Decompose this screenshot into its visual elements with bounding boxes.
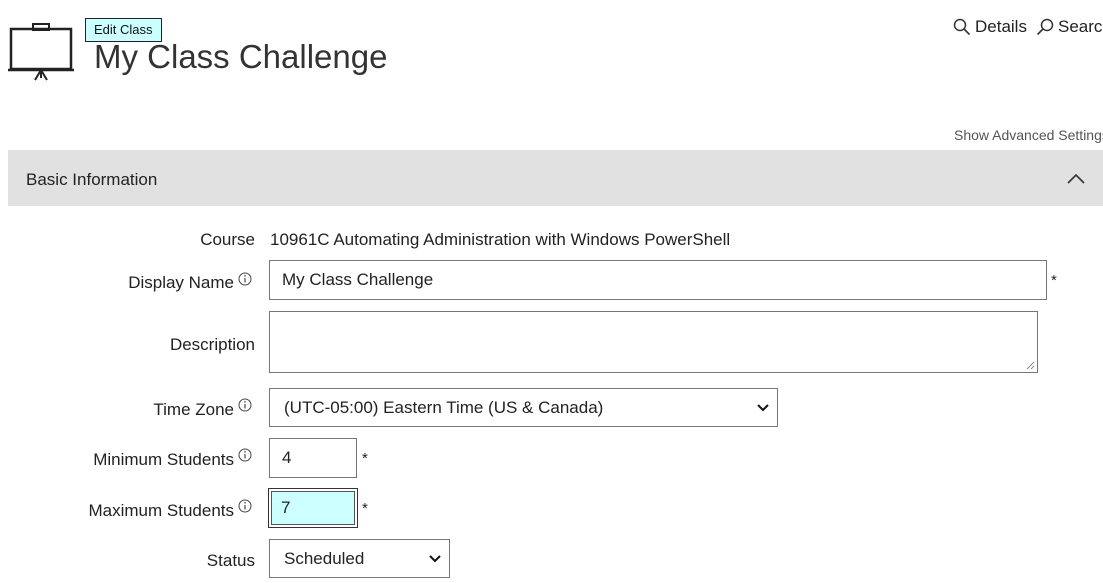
time-zone-label: Time Zone bbox=[153, 400, 234, 419]
resize-handle-icon[interactable] bbox=[1026, 361, 1035, 370]
basic-information-section-header[interactable]: Basic Information bbox=[8, 150, 1103, 206]
minimum-students-input[interactable] bbox=[269, 438, 357, 478]
description-textarea[interactable] bbox=[269, 311, 1038, 373]
required-marker: * bbox=[362, 500, 368, 517]
required-marker: * bbox=[1051, 272, 1057, 289]
info-icon[interactable] bbox=[238, 398, 252, 412]
status-label: Status bbox=[206, 551, 255, 570]
time-zone-selected: (UTC-05:00) Eastern Time (US & Canada) bbox=[284, 397, 604, 417]
maximum-students-label: Maximum Students bbox=[88, 501, 235, 520]
search-icon bbox=[1036, 18, 1054, 36]
required-marker: * bbox=[362, 450, 368, 467]
time-zone-select[interactable]: (UTC-05:00) Eastern Time (US & Canada) bbox=[269, 388, 778, 427]
info-icon[interactable] bbox=[238, 272, 252, 286]
details-link[interactable]: Details bbox=[953, 17, 1027, 37]
search-label: Search bbox=[1058, 17, 1103, 36]
display-name-input[interactable] bbox=[269, 260, 1047, 300]
info-icon[interactable] bbox=[238, 499, 252, 513]
description-label: Description bbox=[169, 335, 255, 354]
display-name-label: Display Name bbox=[128, 273, 234, 292]
section-title: Basic Information bbox=[26, 170, 158, 189]
course-value: 10961C Automating Administration with Wi… bbox=[270, 230, 731, 249]
info-icon[interactable] bbox=[238, 448, 252, 462]
status-select[interactable]: Scheduled bbox=[269, 539, 450, 578]
whiteboard-icon bbox=[8, 23, 74, 81]
minimum-students-label: Minimum Students bbox=[93, 450, 234, 469]
maximum-students-input[interactable] bbox=[271, 491, 355, 525]
page-title: My Class Challenge bbox=[94, 38, 388, 75]
search-link[interactable]: Search bbox=[1036, 17, 1103, 37]
show-advanced-settings-link[interactable]: Show Advanced Settings bbox=[954, 127, 1103, 143]
chevron-up-icon[interactable] bbox=[1066, 171, 1086, 185]
status-selected: Scheduled bbox=[284, 548, 365, 568]
course-label: Course bbox=[200, 230, 255, 249]
search-icon bbox=[953, 18, 971, 36]
details-label: Details bbox=[975, 17, 1027, 36]
chevron-down-icon bbox=[757, 403, 769, 411]
chevron-down-icon bbox=[429, 554, 441, 562]
